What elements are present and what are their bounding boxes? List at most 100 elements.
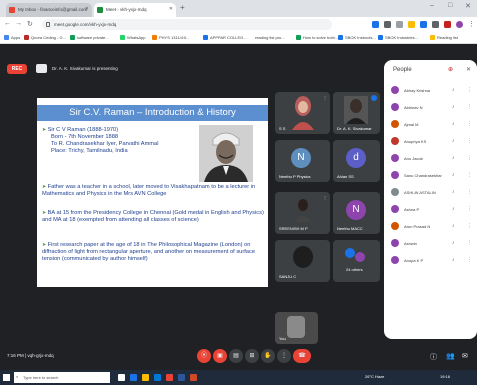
zoom-icon[interactable]	[384, 21, 391, 28]
camera-toggle-button[interactable]: ▣	[213, 349, 227, 363]
participant-tile[interactable]: N Neethu MACC	[333, 192, 380, 234]
forward-icon[interactable]: →	[15, 20, 22, 27]
more-icon[interactable]: ⋮	[467, 155, 472, 161]
avatar	[391, 239, 399, 247]
list-item[interactable]: Anupa K P ♪ ⋮	[384, 252, 477, 269]
list-item[interactable]: Abhay Krishna ♪ ⋮	[384, 82, 477, 99]
bookmark-item[interactable]: APPPAR COLLEG...	[203, 35, 247, 40]
more-icon[interactable]: ⋮	[467, 104, 472, 110]
slide-line: To R. Chandrasekhar Iyer, Parvathi Ammal	[51, 141, 159, 147]
list-item[interactable]: Anu Jacob ♪ ⋮	[384, 150, 477, 167]
list-item[interactable]: Arun Prasad N ♪ ⋮	[384, 218, 477, 235]
powerpoint-icon[interactable]	[190, 374, 197, 381]
maximize-icon[interactable]: □	[448, 2, 452, 9]
task-view-icon[interactable]	[118, 374, 125, 381]
more-icon[interactable]: ⋮	[467, 223, 472, 229]
more-icon[interactable]: ⋮	[467, 121, 472, 127]
windows-start-icon[interactable]	[3, 374, 10, 381]
mic-icon: ⋮	[323, 95, 327, 100]
list-item[interactable]: Ashwin ♪ ⋮	[384, 235, 477, 252]
bookmark-item[interactable]: SBOK Industries...	[378, 35, 418, 40]
list-item[interactable]: Sanu Chandrasekhar ♪ ⋮	[384, 167, 477, 184]
bookmark-item[interactable]: PHYS 1311/4:0...	[152, 35, 190, 40]
participant-tile[interactable]: N Neethu P Physics	[275, 140, 330, 182]
reload-icon[interactable]: ↻	[27, 20, 33, 28]
list-item[interactable]: Ashna P ♪ ⋮	[384, 201, 477, 218]
people-icon[interactable]: 👥	[446, 352, 455, 360]
new-tab-button[interactable]: +	[180, 3, 185, 12]
more-icon[interactable]: ⋮	[467, 189, 472, 195]
store-icon[interactable]	[154, 374, 161, 381]
raise-hand-button[interactable]: ✋	[261, 349, 275, 363]
bookmark-item[interactable]: Reading list	[430, 35, 458, 40]
chrome-icon[interactable]	[166, 374, 173, 381]
back-icon[interactable]: ←	[4, 20, 11, 27]
close-panel-icon[interactable]: ✕	[466, 66, 471, 73]
participant-tile[interactable]: ⋮ S S	[275, 92, 330, 134]
word-icon[interactable]	[178, 374, 185, 381]
extension-icon[interactable]	[432, 21, 439, 28]
avatar	[391, 256, 399, 264]
more-icon[interactable]: ⋮	[467, 87, 472, 93]
taskbar-search-input[interactable]: ⌕ Type here to search	[14, 372, 110, 383]
participant-photo	[293, 246, 313, 268]
self-view-tile[interactable]: You	[275, 312, 318, 344]
weather-status[interactable]: 26°C Haze	[365, 374, 384, 379]
add-person-icon[interactable]: ⊕	[448, 66, 453, 73]
participant-tile[interactable]: ⋮ SREENISH M P	[275, 192, 330, 234]
more-icon[interactable]: ⋮	[467, 138, 472, 144]
more-icon[interactable]: ⋮	[467, 257, 472, 263]
mic-off-icon: ♪	[452, 240, 455, 246]
extension-icon[interactable]	[444, 21, 451, 28]
meeting-code: 7:16 PM | vqh-grjx-mdq	[7, 353, 54, 358]
bookmark-item[interactable]: How to solve both...	[296, 35, 338, 40]
edge-icon[interactable]	[130, 374, 137, 381]
avatar	[355, 252, 365, 262]
window-close-icon[interactable]: ✕	[465, 2, 471, 10]
bookmark-item[interactable]: WhatsApp	[120, 35, 145, 40]
minimize-icon[interactable]: –	[430, 2, 434, 9]
slide-paragraph: ➤ Father was a teacher in a school, late…	[42, 184, 256, 197]
file-explorer-icon[interactable]	[142, 374, 149, 381]
participant-tile[interactable]: d Ahlan SS	[333, 140, 380, 182]
url-input[interactable]: meet.google.com/vkh-yxjx-mdq	[42, 19, 332, 30]
more-options-button[interactable]: ⋮	[277, 349, 291, 363]
avatar	[391, 222, 399, 230]
share-icon[interactable]	[396, 21, 403, 28]
avatar	[345, 248, 355, 258]
close-icon[interactable]: ✕	[85, 6, 89, 12]
extension-icon[interactable]	[372, 21, 379, 28]
profile-avatar[interactable]	[456, 21, 463, 28]
bookmark-item[interactable]: SBOK Instructs...	[338, 35, 376, 40]
tab-gmail[interactable]: My Inbox - financeinfo@gmail.com ✕	[6, 3, 92, 17]
captions-button[interactable]: ▤	[229, 349, 243, 363]
list-item[interactable]: ASHLIN ASTALIN ♪ ⋮	[384, 184, 477, 201]
participant-tile-speaker[interactable]: Dr. A. K. Sivakumar	[333, 92, 380, 134]
clock[interactable]: 19:16	[440, 374, 450, 379]
avatar	[391, 188, 399, 196]
bookmark-star-icon[interactable]	[408, 21, 415, 28]
list-item[interactable]: Ajmal M ♪ ⋮	[384, 116, 477, 133]
list-item[interactable]: Anupriya KS ♪ ⋮	[384, 133, 477, 150]
close-icon[interactable]: ✕	[169, 6, 173, 12]
lock-icon	[46, 22, 50, 27]
extension-icon[interactable]	[420, 21, 427, 28]
others-tile[interactable]: 24 others	[333, 240, 380, 282]
tab-meet[interactable]: Meet - vkh-yxjx-mdq ✕	[94, 3, 176, 17]
info-icon[interactable]: ⓘ	[430, 352, 437, 362]
more-icon[interactable]: ⋮	[467, 172, 472, 178]
recording-badge: REC	[7, 64, 27, 74]
end-call-button[interactable]: ☎	[293, 349, 311, 363]
mic-toggle-button[interactable]: ⦿	[197, 349, 211, 363]
more-icon[interactable]: ⋮	[467, 240, 472, 246]
bookmark-item[interactable]: reading list pru...	[255, 35, 285, 40]
bookmark-item[interactable]: software private...	[70, 35, 109, 40]
more-icon[interactable]: ⋮	[467, 206, 472, 212]
bookmark-item[interactable]: Apps	[4, 35, 20, 40]
bookmark-item[interactable]: Quora Ceding - G...	[24, 35, 66, 40]
list-item[interactable]: Abhinav N ♪ ⋮	[384, 99, 477, 116]
menu-icon[interactable]: ⋮	[468, 20, 475, 28]
participant-tile[interactable]: SANJU C	[275, 240, 330, 282]
chat-icon[interactable]: ✉	[462, 352, 468, 360]
present-button[interactable]: ⊞	[245, 349, 259, 363]
